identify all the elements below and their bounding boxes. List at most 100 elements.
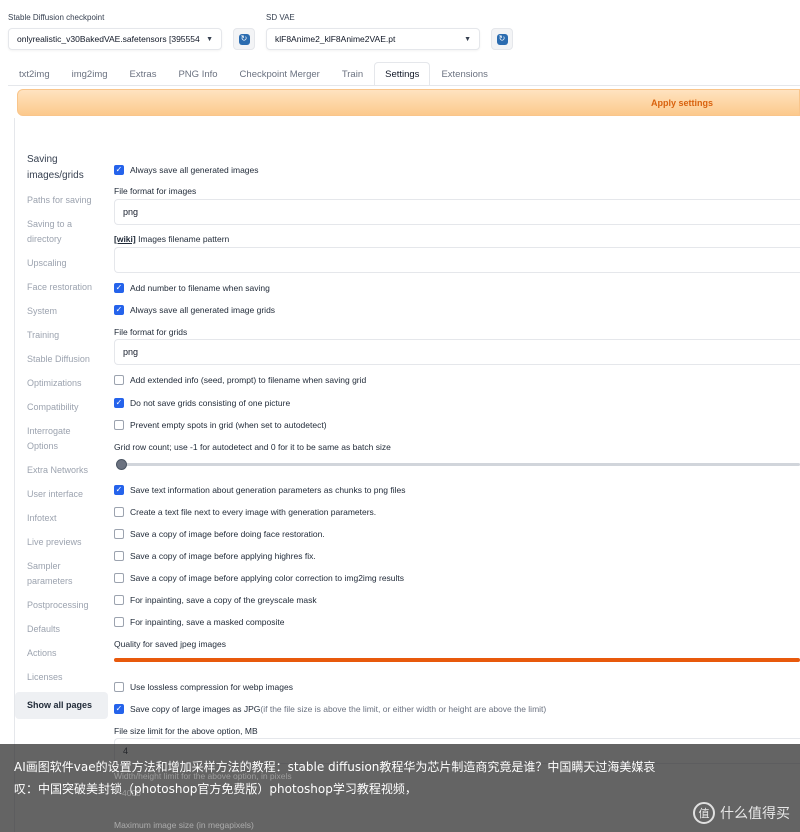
tab-extensions[interactable]: Extensions bbox=[430, 62, 498, 86]
sidebar-item-sampler-parameters[interactable]: Sampler parameters bbox=[15, 557, 108, 591]
setting-save-text-chunks[interactable]: ✓ Save text information about generation… bbox=[114, 483, 800, 497]
watermark-logo-icon: 值 bbox=[693, 802, 715, 824]
checkbox-checked[interactable]: ✓ bbox=[114, 704, 124, 714]
sidebar-item-stable-diffusion[interactable]: Stable Diffusion bbox=[15, 350, 108, 369]
setting-lossless-webp[interactable]: Use lossless compression for webp images bbox=[114, 680, 800, 694]
watermark-text: 什么值得买 bbox=[720, 806, 790, 822]
tab-extras[interactable]: Extras bbox=[119, 62, 168, 86]
chevron-down-icon: ▼ bbox=[464, 35, 471, 43]
tab-txt2img[interactable]: txt2img bbox=[8, 62, 61, 86]
check-icon: ✓ bbox=[115, 165, 123, 174]
sidebar-item-paths-for-saving[interactable]: Paths for saving bbox=[15, 191, 108, 210]
file-format-grids-label: File format for grids bbox=[114, 327, 188, 337]
setting-copy-before-face[interactable]: Save a copy of image before doing face r… bbox=[114, 527, 800, 541]
checkbox-unchecked[interactable] bbox=[114, 551, 124, 561]
tab-checkpoint-merger[interactable]: Checkpoint Merger bbox=[229, 62, 331, 86]
tab-png-info[interactable]: PNG Info bbox=[167, 62, 228, 86]
check-icon: ✓ bbox=[115, 485, 123, 494]
checkbox-unchecked[interactable] bbox=[114, 507, 124, 517]
sidebar-item-postprocessing[interactable]: Postprocessing bbox=[15, 596, 108, 615]
max-image-size-label: Maximum image size (in megapixels) bbox=[114, 820, 254, 830]
sidebar-item-training[interactable]: Training bbox=[15, 326, 108, 345]
setting-save-large-jpg[interactable]: ✓ Save copy of large images as JPG (if t… bbox=[114, 702, 800, 716]
vae-label: SD VAE bbox=[266, 13, 295, 22]
grid-row-count-label: Grid row count; use -1 for autodetect an… bbox=[114, 442, 391, 452]
checkbox-checked[interactable]: ✓ bbox=[114, 283, 124, 293]
setting-copy-before-highres[interactable]: Save a copy of image before applying hig… bbox=[114, 549, 800, 563]
checkpoint-label: Stable Diffusion checkpoint bbox=[8, 13, 105, 22]
setting-prevent-empty[interactable]: Prevent empty spots in grid (when set to… bbox=[114, 418, 800, 432]
file-format-images-label: File format for images bbox=[114, 186, 197, 196]
sidebar-item-actions[interactable]: Actions bbox=[15, 644, 108, 663]
sidebar-item-infotext[interactable]: Infotext bbox=[15, 509, 108, 528]
checkpoint-dropdown[interactable]: onlyrealistic_v30BakedVAE.safetensors [3… bbox=[8, 28, 222, 50]
checkpoint-value: onlyrealistic_v30BakedVAE.safetensors [3… bbox=[17, 34, 200, 44]
filename-pattern-label: [wiki] Images filename pattern bbox=[114, 234, 230, 244]
checkbox-unchecked[interactable] bbox=[114, 529, 124, 539]
sidebar-item-compatibility[interactable]: Compatibility bbox=[15, 398, 108, 417]
sidebar-item-saving-to-a-directory[interactable]: Saving to a directory bbox=[15, 215, 108, 249]
sidebar-item-system[interactable]: System bbox=[15, 302, 108, 321]
sidebar-item-licenses[interactable]: Licenses bbox=[15, 668, 108, 687]
setting-add-number[interactable]: ✓ Add number to filename when saving bbox=[114, 281, 800, 295]
checkpoint-refresh-button[interactable]: ↻ bbox=[233, 28, 255, 50]
sidebar-item-optimizations[interactable]: Optimizations bbox=[15, 374, 108, 393]
vae-value: klF8Anime2_klF8Anime2VAE.pt bbox=[275, 34, 396, 44]
file-format-images-input[interactable]: png bbox=[114, 199, 800, 225]
tab-train[interactable]: Train bbox=[331, 62, 374, 86]
checkbox-unchecked[interactable] bbox=[114, 595, 124, 605]
filename-pattern-input[interactable] bbox=[114, 247, 800, 273]
setting-inpaint-greyscale[interactable]: For inpainting, save a copy of the greys… bbox=[114, 593, 800, 607]
checkbox-unchecked[interactable] bbox=[114, 375, 124, 385]
check-icon: ✓ bbox=[115, 283, 123, 292]
caption-overlay: Width/height limit for the above option,… bbox=[0, 744, 800, 832]
check-icon: ✓ bbox=[115, 704, 123, 713]
file-format-grids-input[interactable]: png bbox=[114, 339, 800, 365]
chevron-down-icon: ▼ bbox=[206, 35, 213, 43]
sidebar-item-user-interface[interactable]: User interface bbox=[15, 485, 108, 504]
checkbox-unchecked[interactable] bbox=[114, 420, 124, 430]
setting-always-save-images[interactable]: ✓ Always save all generated images bbox=[114, 163, 800, 177]
jpeg-quality-label: Quality for saved jpeg images bbox=[114, 639, 226, 649]
sidebar-item-extra-networks[interactable]: Extra Networks bbox=[15, 461, 108, 480]
jpeg-quality-slider[interactable] bbox=[114, 658, 800, 662]
vae-refresh-button[interactable]: ↻ bbox=[491, 28, 513, 50]
slider-handle[interactable] bbox=[116, 459, 127, 470]
checkbox-unchecked[interactable] bbox=[114, 682, 124, 692]
sidebar-item-face-restoration[interactable]: Face restoration bbox=[15, 278, 108, 297]
setting-inpaint-masked[interactable]: For inpainting, save a masked composite bbox=[114, 615, 800, 629]
top-bar: Stable Diffusion checkpoint onlyrealisti… bbox=[0, 0, 800, 62]
tab-bar: txt2img img2img Extras PNG Info Checkpoi… bbox=[8, 62, 800, 86]
settings-sidebar: Saving images/grids Paths for saving Sav… bbox=[15, 150, 108, 724]
refresh-icon: ↻ bbox=[238, 33, 250, 45]
wiki-link[interactable]: [wiki] bbox=[114, 234, 136, 244]
checkbox-checked[interactable]: ✓ bbox=[114, 485, 124, 495]
checkbox-unchecked[interactable] bbox=[114, 573, 124, 583]
grid-row-count-slider[interactable] bbox=[118, 463, 800, 466]
checkbox-checked[interactable]: ✓ bbox=[114, 398, 124, 408]
checkbox-unchecked[interactable] bbox=[114, 617, 124, 627]
setting-always-save-grids[interactable]: ✓ Always save all generated image grids bbox=[114, 303, 800, 317]
sidebar-item-saving-images-grids[interactable]: Saving images/grids bbox=[15, 150, 108, 186]
setting-no-one-picture-grids[interactable]: ✓ Do not save grids consisting of one pi… bbox=[114, 396, 800, 410]
sidebar-item-interrogate-options[interactable]: Interrogate Options bbox=[15, 422, 108, 456]
file-size-limit-label: File size limit for the above option, MB bbox=[114, 726, 258, 736]
apply-area: Apply settings bbox=[14, 86, 800, 118]
checkbox-checked[interactable]: ✓ bbox=[114, 305, 124, 315]
checkbox-checked[interactable]: ✓ bbox=[114, 165, 124, 175]
setting-extended-info[interactable]: Add extended info (seed, prompt) to file… bbox=[114, 373, 800, 387]
sidebar-item-upscaling[interactable]: Upscaling bbox=[15, 254, 108, 273]
setting-copy-before-color[interactable]: Save a copy of image before applying col… bbox=[114, 571, 800, 585]
tab-img2img[interactable]: img2img bbox=[61, 62, 119, 86]
show-all-pages-button[interactable]: Show all pages bbox=[15, 692, 108, 719]
sidebar-item-live-previews[interactable]: Live previews bbox=[15, 533, 108, 552]
vae-dropdown[interactable]: klF8Anime2_klF8Anime2VAE.pt ▼ bbox=[266, 28, 480, 50]
setting-create-text-file[interactable]: Create a text file next to every image w… bbox=[114, 505, 800, 519]
apply-settings-button[interactable]: Apply settings bbox=[17, 89, 800, 116]
check-icon: ✓ bbox=[115, 305, 123, 314]
sidebar-item-defaults[interactable]: Defaults bbox=[15, 620, 108, 639]
refresh-icon: ↻ bbox=[496, 33, 508, 45]
caption-text: AI画图软件vae的设置方法和增加采样方法的教程：stable diffusio… bbox=[14, 760, 656, 796]
check-icon: ✓ bbox=[115, 398, 123, 407]
tab-settings[interactable]: Settings bbox=[374, 62, 431, 86]
